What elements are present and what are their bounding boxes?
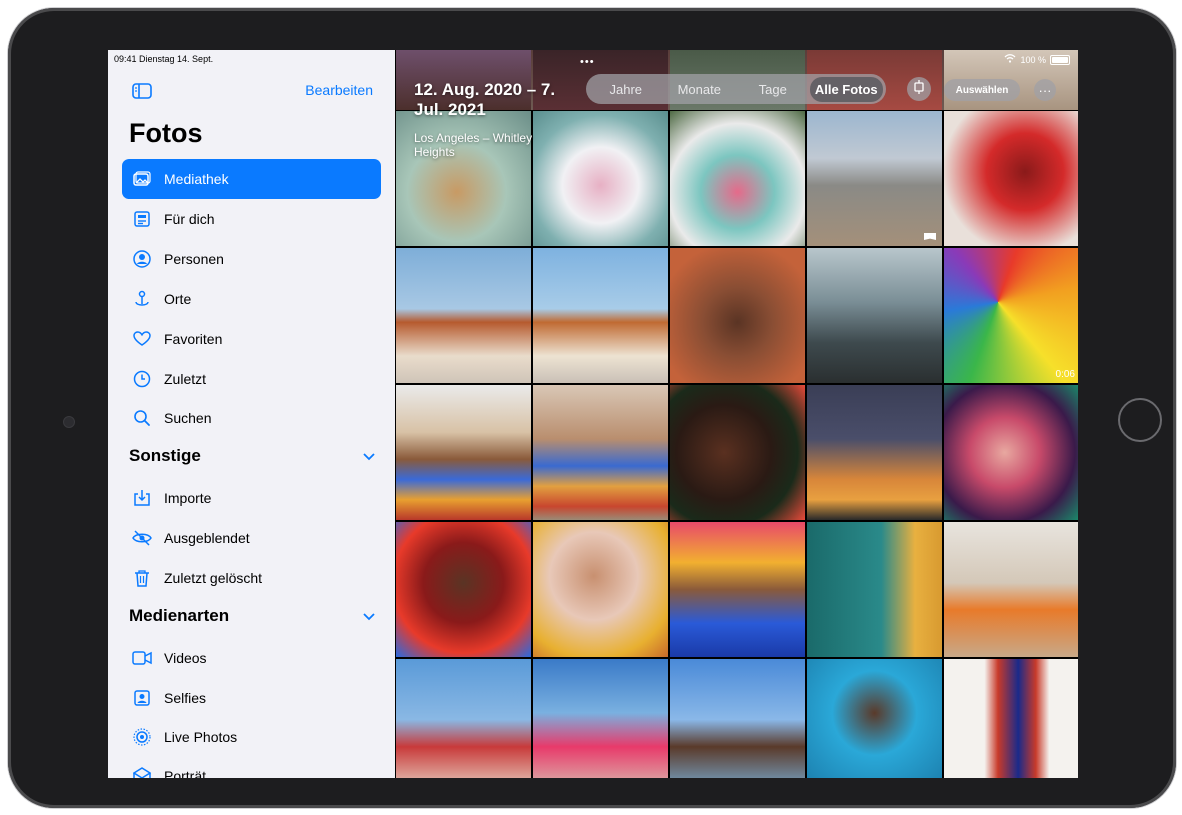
sidebar-item-label: Mediathek: [164, 171, 229, 187]
import-icon: [132, 488, 152, 508]
photo-thumbnail[interactable]: [944, 111, 1078, 246]
heart-icon: [132, 329, 152, 349]
sidebar-item-mediathek[interactable]: Mediathek: [122, 159, 381, 199]
photo-thumbnail[interactable]: [807, 111, 942, 246]
live-photo-icon: [132, 727, 152, 747]
more-button[interactable]: ···: [1034, 79, 1056, 101]
photo-thumbnail[interactable]: [670, 248, 805, 383]
sidebar-item-label: Orte: [164, 291, 192, 307]
section-sonstige[interactable]: Sonstige: [129, 446, 375, 466]
sidebar-item-label: Favoriten: [164, 331, 223, 347]
photo-library-icon: [132, 169, 152, 189]
photo-thumbnail[interactable]: [396, 385, 531, 520]
clock-icon: [132, 369, 152, 389]
screen: 09:41 Dienstag 14. Sept. Bearbeiten Foto…: [108, 50, 1078, 778]
video-icon: [132, 648, 152, 668]
sidebar-item-suchen[interactable]: Suchen: [122, 398, 381, 438]
photo-thumbnail[interactable]: [396, 659, 531, 778]
photo-thumbnail[interactable]: [807, 522, 942, 657]
chevron-down-icon[interactable]: [363, 606, 375, 626]
select-button[interactable]: Auswählen: [944, 79, 1020, 101]
search-icon: [132, 408, 152, 428]
photo-thumbnail[interactable]: [944, 522, 1078, 657]
eye-slash-icon: [132, 528, 152, 548]
photo-thumbnail[interactable]: [944, 385, 1078, 520]
sidebar-item-videos[interactable]: Videos: [122, 638, 381, 678]
edit-button[interactable]: Bearbeiten: [305, 82, 373, 98]
sidebar-item-ausgeblendet[interactable]: Ausgeblendet: [122, 518, 381, 558]
library-date-range: 12. Aug. 2020 – 7. Jul. 2021: [414, 80, 556, 119]
section-title: Medienarten: [129, 606, 230, 625]
sidebar-item-label: Suchen: [164, 410, 212, 426]
sidebar-item-zuletzt[interactable]: Zuletzt: [122, 359, 381, 399]
photo-grid: 0:06: [396, 111, 1078, 778]
portrait-icon: [132, 766, 152, 778]
photo-thumbnail[interactable]: [533, 248, 668, 383]
front-camera: [63, 416, 75, 428]
sidebar-toggle-icon[interactable]: [132, 83, 152, 99]
photo-thumbnail[interactable]: [670, 385, 805, 520]
sidebar-item-importe[interactable]: Importe: [122, 478, 381, 518]
sidebar: 09:41 Dienstag 14. Sept. Bearbeiten Foto…: [108, 50, 395, 778]
sidebar-item-selfies[interactable]: Selfies: [122, 678, 381, 718]
sidebar-item-orte[interactable]: Orte: [122, 279, 381, 319]
person-icon: [132, 249, 152, 269]
photo-thumbnail[interactable]: [807, 385, 942, 520]
sidebar-item-label: Live Photos: [164, 729, 238, 745]
map-pin-icon: [132, 289, 152, 309]
status-time-date: 09:41 Dienstag 14. Sept.: [114, 54, 214, 64]
sidebar-item-label: Selfies: [164, 690, 207, 706]
photo-thumbnail[interactable]: [670, 522, 805, 657]
sidebar-item-live-photos[interactable]: Live Photos: [122, 717, 381, 757]
sidebar-item-label: Ausgeblendet: [164, 530, 250, 546]
segment-monate[interactable]: Monate: [663, 82, 737, 97]
sidebar-item-label: Für dich: [164, 211, 215, 227]
photo-thumbnail[interactable]: [670, 111, 805, 246]
sidebar-item-label: Zuletzt: [164, 371, 207, 387]
photo-thumbnail[interactable]: [396, 522, 531, 657]
trash-icon: [132, 568, 152, 588]
for-you-icon: [132, 209, 152, 229]
section-medienarten[interactable]: Medienarten: [129, 606, 375, 626]
sidebar-item-label: Porträt: [164, 768, 207, 778]
aspect-zoom-button[interactable]: [907, 77, 931, 101]
photo-thumbnail[interactable]: 0:06: [944, 248, 1078, 383]
photo-thumbnail[interactable]: [670, 659, 805, 778]
sidebar-item-fuer-dich[interactable]: Für dich: [122, 199, 381, 239]
photo-thumbnail[interactable]: [944, 659, 1078, 778]
multitasking-dots[interactable]: •••: [580, 56, 595, 68]
battery-icon: [1050, 54, 1070, 65]
photo-thumbnail[interactable]: [533, 659, 668, 778]
sidebar-item-portraet[interactable]: Porträt: [122, 756, 381, 778]
panorama-icon: [924, 233, 936, 240]
sidebar-item-label: Importe: [164, 490, 212, 506]
section-title: Sonstige: [129, 446, 201, 465]
status-right: 100 %: [1004, 54, 1070, 65]
photo-thumbnail[interactable]: [396, 248, 531, 383]
segment-tage[interactable]: Tage: [736, 82, 810, 97]
segment-jahre[interactable]: Jahre: [589, 82, 663, 97]
sidebar-item-personen[interactable]: Personen: [122, 239, 381, 279]
sidebar-item-label: Videos: [164, 650, 207, 666]
battery-percent: 100 %: [1020, 54, 1046, 65]
aspect-ratio-icon: [913, 79, 925, 99]
chevron-down-icon[interactable]: [363, 446, 375, 466]
sidebar-item-label: Zuletzt gelöscht: [164, 570, 263, 586]
wifi-icon: [1004, 54, 1016, 65]
video-duration: 0:06: [1055, 369, 1075, 380]
selfie-icon: [132, 688, 152, 708]
library-location: Los Angeles – Whitley Heights: [414, 131, 533, 159]
page-title: Fotos: [129, 118, 203, 148]
sidebar-item-zuletzt-geloescht[interactable]: Zuletzt gelöscht: [122, 558, 381, 598]
photo-thumbnail[interactable]: [533, 385, 668, 520]
sidebar-item-label: Personen: [164, 251, 224, 267]
photo-thumbnail[interactable]: [807, 248, 942, 383]
photo-thumbnail[interactable]: [807, 659, 942, 778]
view-segmented-control: Jahre Monate Tage Alle Fotos: [586, 74, 886, 104]
sidebar-item-favoriten[interactable]: Favoriten: [122, 319, 381, 359]
segment-alle-fotos[interactable]: Alle Fotos: [809, 76, 883, 102]
home-button[interactable]: [1118, 398, 1162, 442]
photo-thumbnail[interactable]: [533, 522, 668, 657]
